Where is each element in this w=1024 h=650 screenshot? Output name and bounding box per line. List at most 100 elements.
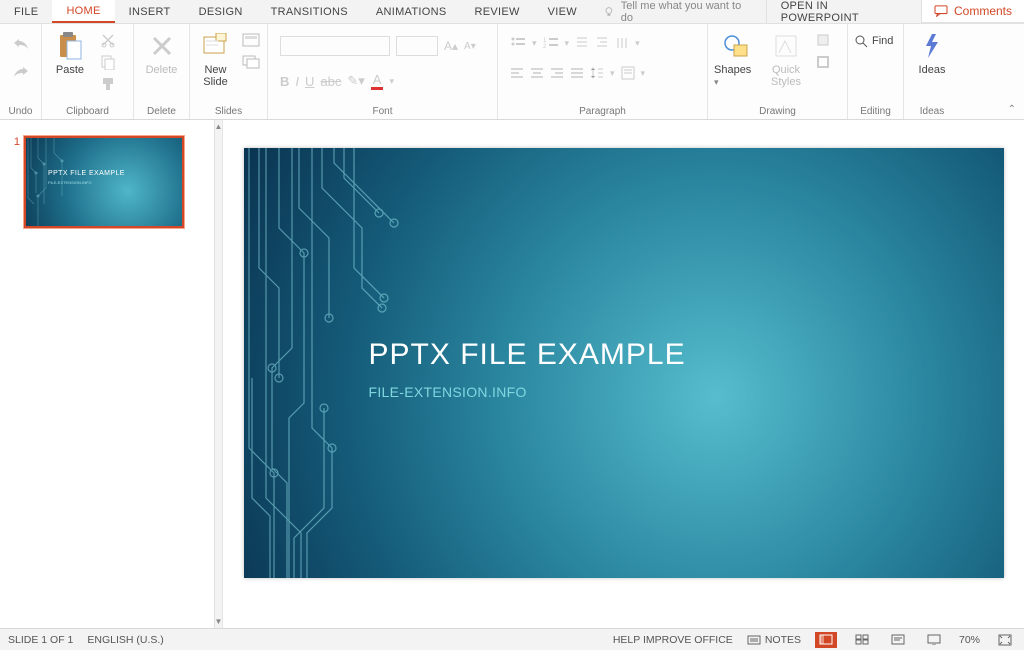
tab-home[interactable]: HOME	[52, 0, 114, 23]
slide-stage: PPTX FILE EXAMPLE FILE-EXTENSION.INFO	[223, 120, 1024, 628]
splitter[interactable]: ▲ ▼	[215, 120, 223, 628]
numbering-icon[interactable]: 12	[543, 36, 559, 50]
new-slide-button[interactable]: New Slide	[196, 28, 235, 88]
group-label-clipboard: Clipboard	[48, 104, 127, 117]
align-right-icon[interactable]	[550, 67, 564, 79]
normal-view-icon	[819, 634, 833, 645]
tell-me-placeholder: Tell me what you want to do	[621, 0, 754, 24]
shapes-icon	[722, 33, 750, 59]
scroll-down-icon[interactable]: ▼	[215, 617, 223, 626]
lightbulb-icon	[603, 6, 615, 18]
strikethrough-button[interactable]: abc	[320, 74, 341, 89]
comment-icon	[934, 5, 948, 17]
align-left-icon[interactable]	[510, 67, 524, 79]
line-spacing-icon[interactable]	[590, 66, 604, 80]
shapes-button[interactable]: Shapes ▾	[714, 28, 758, 88]
zoom-level[interactable]: 70%	[959, 634, 980, 646]
language-indicator[interactable]: ENGLISH (U.S.)	[87, 634, 163, 646]
group-label-ideas: Ideas	[910, 104, 954, 117]
collapse-ribbon-button[interactable]: ⌃	[1008, 104, 1016, 115]
svg-text:2: 2	[543, 44, 547, 50]
font-size-select[interactable]	[396, 36, 438, 56]
scroll-up-icon[interactable]: ▲	[215, 122, 223, 131]
group-font: A▴ A▾ B I U abc ✎▾ A▾ Font	[268, 24, 498, 119]
group-label-slides: Slides	[196, 104, 261, 117]
group-slides: New Slide Slides	[190, 24, 268, 119]
slide-subtitle[interactable]: FILE-EXTENSION.INFO	[369, 384, 527, 400]
tab-insert[interactable]: INSERT	[115, 0, 185, 23]
slideshow-view-button[interactable]	[923, 632, 945, 648]
font-family-select[interactable]	[280, 36, 390, 56]
quick-styles-label: Quick Styles	[771, 64, 801, 88]
sorter-view-button[interactable]	[851, 632, 873, 648]
ribbon: Undo Paste Clipboard Delete Delete	[0, 24, 1024, 120]
shapes-label: Shapes ▾	[714, 64, 758, 88]
tab-transitions[interactable]: TRANSITIONS	[257, 0, 362, 23]
group-label-delete: Delete	[140, 104, 183, 117]
align-text-icon[interactable]	[621, 66, 635, 80]
slide-thumbnails-panel: 1 PPTX FILE EXAMPLE FILE-EXTENSION.INFO	[0, 120, 215, 628]
bullets-icon[interactable]	[510, 36, 526, 50]
layout-button[interactable]	[241, 30, 261, 50]
decrease-indent-icon[interactable]	[575, 36, 589, 50]
comments-button[interactable]: Comments	[921, 0, 1024, 23]
tab-file[interactable]: FILE	[0, 0, 52, 23]
font-color-button[interactable]: A	[371, 72, 384, 90]
reading-view-button[interactable]	[887, 632, 909, 648]
redo-button[interactable]	[11, 62, 31, 82]
group-undo: Undo	[0, 24, 42, 119]
duplicate-slide-button[interactable]	[241, 52, 261, 72]
tab-view[interactable]: VIEW	[534, 0, 591, 23]
layout-icon	[242, 33, 260, 47]
paste-button[interactable]: Paste	[48, 28, 92, 76]
underline-button[interactable]: U	[305, 74, 314, 89]
align-center-icon[interactable]	[530, 67, 544, 79]
status-bar: SLIDE 1 OF 1 ENGLISH (U.S.) HELP IMPROVE…	[0, 628, 1024, 650]
group-label-editing: Editing	[854, 104, 897, 117]
tab-animations[interactable]: ANIMATIONS	[362, 0, 461, 23]
delete-icon	[149, 33, 175, 59]
tell-me-search[interactable]: Tell me what you want to do	[591, 0, 766, 23]
tab-design[interactable]: DESIGN	[185, 0, 257, 23]
normal-view-button[interactable]	[815, 632, 837, 648]
copy-icon	[100, 54, 116, 70]
italic-button[interactable]: I	[295, 74, 299, 89]
highlight-button[interactable]: ✎▾	[347, 73, 364, 89]
fit-icon	[998, 634, 1012, 646]
notes-icon	[747, 635, 761, 645]
increase-font-icon[interactable]: A▴	[444, 39, 458, 53]
notes-toggle[interactable]: NOTES	[747, 634, 801, 646]
new-slide-icon	[202, 33, 230, 59]
shape-outline-icon	[816, 55, 832, 69]
shape-fill-button[interactable]	[814, 30, 834, 50]
quick-styles-icon	[773, 33, 799, 59]
undo-button[interactable]	[11, 34, 31, 54]
quick-styles-button[interactable]: Quick Styles	[764, 28, 808, 88]
group-drawing: Shapes ▾ Quick Styles Drawing	[708, 24, 848, 119]
redo-icon	[12, 65, 30, 79]
help-improve-link[interactable]: HELP IMPROVE OFFICE	[613, 634, 733, 646]
delete-button[interactable]: Delete	[140, 28, 183, 76]
slide-canvas[interactable]: PPTX FILE EXAMPLE FILE-EXTENSION.INFO	[244, 148, 1004, 578]
slide-thumbnail-1[interactable]: PPTX FILE EXAMPLE FILE-EXTENSION.INFO	[24, 136, 184, 228]
find-button[interactable]: Find	[854, 34, 893, 48]
decrease-font-icon[interactable]: A▾	[464, 41, 476, 52]
group-label-font: Font	[274, 104, 491, 117]
cut-icon	[100, 32, 116, 48]
open-in-powerpoint[interactable]: OPEN IN POWERPOINT	[766, 0, 921, 23]
shape-outline-button[interactable]	[814, 52, 834, 72]
slide-title[interactable]: PPTX FILE EXAMPLE	[369, 338, 686, 372]
increase-indent-icon[interactable]	[595, 36, 609, 50]
format-painter-button[interactable]	[98, 74, 118, 94]
fit-to-window-button[interactable]	[994, 632, 1016, 648]
ideas-button[interactable]: Ideas	[910, 28, 954, 76]
content-area: 1 PPTX FILE EXAMPLE FILE-EXTENSION.INFO …	[0, 120, 1024, 628]
justify-icon[interactable]	[570, 67, 584, 79]
copy-button[interactable]	[98, 52, 118, 72]
tab-review[interactable]: REVIEW	[460, 0, 533, 23]
duplicate-icon	[242, 55, 260, 69]
undo-icon	[12, 37, 30, 51]
bold-button[interactable]: B	[280, 74, 289, 89]
text-direction-icon[interactable]	[615, 36, 629, 50]
cut-button[interactable]	[98, 30, 118, 50]
